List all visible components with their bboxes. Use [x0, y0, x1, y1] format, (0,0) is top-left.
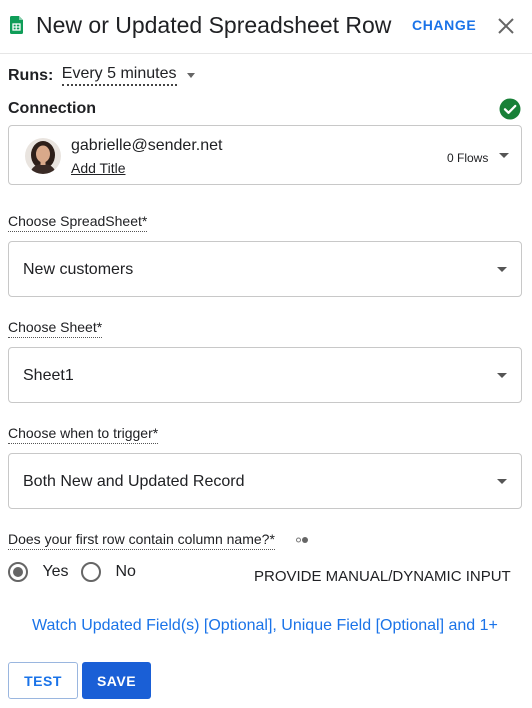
connection-select[interactable]: gabrielle@sender.net Add Title 0 Flows — [8, 125, 522, 185]
spreadsheet-select[interactable]: New customers — [8, 241, 522, 297]
close-icon[interactable] — [496, 16, 516, 36]
chevron-down-icon — [497, 267, 507, 272]
chevron-down-icon[interactable] — [186, 73, 195, 78]
add-title-link[interactable]: Add Title — [71, 160, 125, 176]
watch-fields-link[interactable]: Watch Updated Field(s) [Optional], Uniqu… — [32, 617, 498, 635]
avatar — [25, 138, 61, 174]
radio-no-option[interactable]: No — [81, 562, 136, 584]
google-sheets-icon — [10, 16, 23, 34]
trigger-select[interactable]: Both New and Updated Record — [8, 453, 522, 509]
sheet-select[interactable]: Sheet1 — [8, 347, 522, 403]
radio-no-label: No — [115, 563, 136, 580]
connection-email: gabrielle@sender.net — [71, 137, 223, 154]
connection-label: Connection — [8, 100, 96, 117]
check-circle-icon — [499, 98, 521, 120]
flows-count: 0 Flows — [447, 151, 489, 165]
spreadsheet-label: Choose SpreadSheet* — [8, 213, 148, 232]
save-button[interactable]: SAVE — [82, 662, 151, 699]
test-button[interactable]: TEST — [8, 662, 78, 699]
radio-yes[interactable] — [8, 562, 28, 582]
spreadsheet-value: New customers — [23, 261, 134, 278]
info-dots-icon[interactable] — [295, 536, 311, 544]
sheet-value: Sheet1 — [23, 367, 74, 384]
change-button[interactable]: CHANGE — [412, 17, 476, 33]
chevron-down-icon — [497, 479, 507, 484]
radio-yes-option[interactable]: Yes — [8, 562, 69, 584]
sheet-label: Choose Sheet* — [8, 319, 103, 338]
runs-row: Runs: Every 5 minutes — [8, 65, 195, 89]
manual-dynamic-input-toggle[interactable]: PROVIDE MANUAL/DYNAMIC INPUT — [254, 568, 511, 585]
runs-frequency-select[interactable]: Every 5 minutes — [61, 65, 177, 86]
chevron-down-icon[interactable] — [499, 153, 509, 158]
page-title: New or Updated Spreadsheet Row — [36, 12, 392, 38]
radio-no[interactable] — [81, 562, 101, 582]
panel-header: New or Updated Spreadsheet Row CHANGE — [0, 0, 532, 54]
chevron-down-icon — [497, 373, 507, 378]
column-name-label: Does your first row contain column name?… — [8, 531, 275, 550]
trigger-label: Choose when to trigger* — [8, 425, 159, 444]
trigger-value: Both New and Updated Record — [23, 473, 245, 490]
avatar-image — [25, 138, 61, 174]
runs-label: Runs: — [8, 66, 54, 84]
radio-yes-label: Yes — [42, 563, 69, 580]
